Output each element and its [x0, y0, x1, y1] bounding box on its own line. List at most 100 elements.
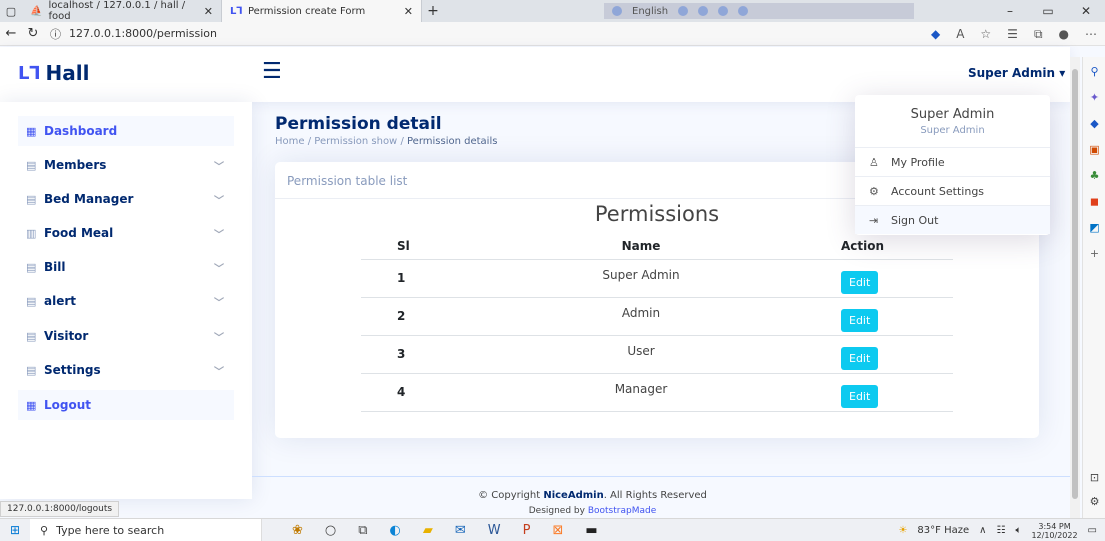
sidebar-item-bed-manager[interactable]: ▤ Bed Manager ﹀: [18, 184, 234, 214]
address-bar: ← ↻ ⓘ 127.0.0.1:8000/permission ◆ A ☆ ☰ …: [0, 22, 1105, 46]
toolbar-icon[interactable]: [698, 6, 709, 16]
volume-icon[interactable]: 🔈︎: [1015, 525, 1021, 536]
column-header-sl: Sl: [361, 233, 441, 260]
window-controls: – ▭ ✕: [991, 0, 1105, 22]
toolbar-icon[interactable]: [718, 6, 729, 16]
taskbar-search[interactable]: ⚲ Type here to search: [30, 518, 262, 541]
tab-actions-icon[interactable]: ▢: [0, 0, 22, 22]
permissions-table: Sl Name Action 1 Super Admin Edit 2 Admi…: [361, 233, 953, 412]
sidebar-item-logout[interactable]: ▦ Logout: [18, 390, 234, 420]
row-name: Manager: [441, 373, 841, 412]
dropdown-item-label: Sign Out: [891, 213, 939, 227]
copyright-brand: NiceAdmin: [543, 490, 604, 501]
outlook-icon[interactable]: ◩: [1083, 221, 1105, 234]
xampp-icon[interactable]: ⊠: [553, 523, 564, 538]
close-window-icon[interactable]: ✕: [1067, 0, 1105, 22]
dropdown-item-label: My Profile: [891, 155, 945, 169]
sidebar-item-members[interactable]: ▤ Members ﹀: [18, 150, 234, 180]
new-tab-button[interactable]: +: [422, 3, 444, 19]
games-icon[interactable]: ♣: [1083, 169, 1105, 182]
language-label[interactable]: English: [632, 6, 668, 17]
mail-icon[interactable]: ✉: [455, 523, 466, 538]
network-icon[interactable]: ☷: [996, 525, 1005, 536]
tray-chevron-icon[interactable]: ∧: [979, 525, 986, 536]
task-view-icon[interactable]: ⧉: [358, 523, 367, 538]
edit-button[interactable]: Edit: [841, 270, 879, 294]
minimize-icon[interactable]: –: [991, 0, 1029, 22]
scrollbar-thumb[interactable]: [1072, 69, 1078, 499]
url-text: 127.0.0.1:8000/permission: [69, 27, 217, 40]
restore-icon[interactable]: ▭: [1029, 0, 1067, 22]
settings-icon[interactable]: ⚙: [1083, 495, 1105, 508]
add-icon[interactable]: +: [1083, 247, 1105, 260]
url-field[interactable]: ⓘ 127.0.0.1:8000/permission: [50, 26, 217, 42]
discover-icon[interactable]: ✦: [1083, 91, 1105, 104]
profile-icon[interactable]: ●: [1059, 27, 1069, 41]
favorite-icon[interactable]: ☆: [980, 27, 991, 41]
info-icon[interactable]: ⓘ: [50, 26, 61, 42]
clock[interactable]: 3:54 PM 12/10/2022: [1031, 522, 1077, 540]
logo-text: Hall: [45, 61, 90, 85]
breadcrumb-home[interactable]: Home: [275, 136, 305, 147]
tag-icon[interactable]: ◆: [1083, 117, 1105, 130]
file-explorer-icon[interactable]: ▰: [423, 523, 433, 538]
close-tab-icon[interactable]: ✕: [204, 5, 213, 18]
office-icon[interactable]: ◼: [1083, 195, 1105, 208]
sidebar-item-visitor[interactable]: ▤ Visitor ﹀: [18, 321, 234, 351]
chevron-down-icon: ﹀: [214, 161, 224, 173]
edge-icon[interactable]: ◐: [390, 523, 401, 538]
edit-button[interactable]: Edit: [841, 384, 879, 408]
sidebar-item-settings[interactable]: ▤ Settings ﹀: [18, 355, 234, 385]
search-icon[interactable]: ⚲: [1083, 65, 1105, 78]
doc-icon: ▤: [26, 329, 37, 343]
back-icon[interactable]: ←: [0, 26, 22, 41]
browser-tab-permission[interactable]: Ⅼ⅂ Permission create Form ✕: [222, 0, 422, 22]
sidebar-item-bill[interactable]: ▤ Bill ﹀: [18, 252, 234, 282]
close-tab-icon[interactable]: ✕: [404, 5, 413, 18]
shopping-icon[interactable]: ▣: [1083, 143, 1105, 156]
my-profile-item[interactable]: ♙ My Profile: [855, 148, 1050, 176]
user-menu-toggle[interactable]: Super Admin ▾: [968, 66, 1065, 80]
more-icon[interactable]: ⋯: [1085, 27, 1097, 41]
read-aloud-icon[interactable]: A: [956, 27, 964, 41]
favorites-icon[interactable]: ☰: [1007, 27, 1018, 41]
chevron-down-icon: ﹀: [214, 297, 224, 309]
sign-out-item[interactable]: ⇥ Sign Out: [855, 206, 1050, 234]
browser-tab-phpmyadmin[interactable]: ⛵ localhost / 127.0.0.1 / hall / food ✕: [22, 0, 222, 22]
reload-icon[interactable]: ↻: [22, 26, 44, 41]
powerpoint-icon[interactable]: P: [523, 523, 531, 538]
row-sl: 2: [361, 297, 441, 336]
windows-start-icon[interactable]: ⊞: [0, 523, 30, 537]
widgets-icon[interactable]: ❀: [292, 523, 303, 538]
word-icon[interactable]: W: [488, 523, 501, 538]
sidebar-item-food-meal[interactable]: ▥ Food Meal ﹀: [18, 218, 234, 248]
tab-title: Permission create Form: [247, 5, 366, 17]
toolbar-icon[interactable]: [678, 6, 689, 16]
table-header-row: Sl Name Action: [361, 233, 953, 260]
help-icon[interactable]: [738, 6, 749, 16]
clock-time: 3:54 PM: [1038, 521, 1071, 531]
gear-icon: ⚙: [869, 184, 879, 198]
sidebar-item-label: Bill: [44, 260, 66, 274]
sidebar-item-alert[interactable]: ▤ alert ﹀: [18, 286, 234, 316]
notifications-icon[interactable]: ▭: [1088, 525, 1097, 536]
extension-icon[interactable]: ◆: [931, 27, 940, 41]
sidebar-item-dashboard[interactable]: ▦ Dashboard: [18, 116, 234, 146]
edit-button[interactable]: Edit: [841, 346, 879, 370]
table-row: 4 Manager Edit: [361, 373, 953, 412]
page-scrollbar[interactable]: [1070, 57, 1080, 518]
column-header-action: Action: [841, 233, 953, 260]
collections-icon[interactable]: ⧉: [1034, 27, 1043, 42]
logo[interactable]: Ⅼ⅂ Hall: [18, 61, 89, 85]
terminal-icon[interactable]: ▬: [585, 523, 597, 538]
weather-icon: ☀: [898, 525, 908, 536]
edit-button[interactable]: Edit: [841, 308, 879, 332]
credits-link[interactable]: BootstrapMade: [588, 506, 656, 516]
windows-taskbar: ⊞ ⚲ Type here to search ❀ ○ ⧉ ◐ ▰ ✉ W P …: [0, 518, 1105, 541]
weather-text[interactable]: 83°F Haze: [917, 525, 969, 536]
cortana-icon[interactable]: ○: [325, 523, 336, 538]
sidebar-layout-icon[interactable]: ⊡: [1083, 471, 1105, 484]
toggle-sidebar-icon[interactable]: ☰: [262, 59, 282, 84]
account-settings-item[interactable]: ⚙ Account Settings: [855, 177, 1050, 205]
breadcrumb-permission-show[interactable]: Permission show: [314, 136, 397, 147]
